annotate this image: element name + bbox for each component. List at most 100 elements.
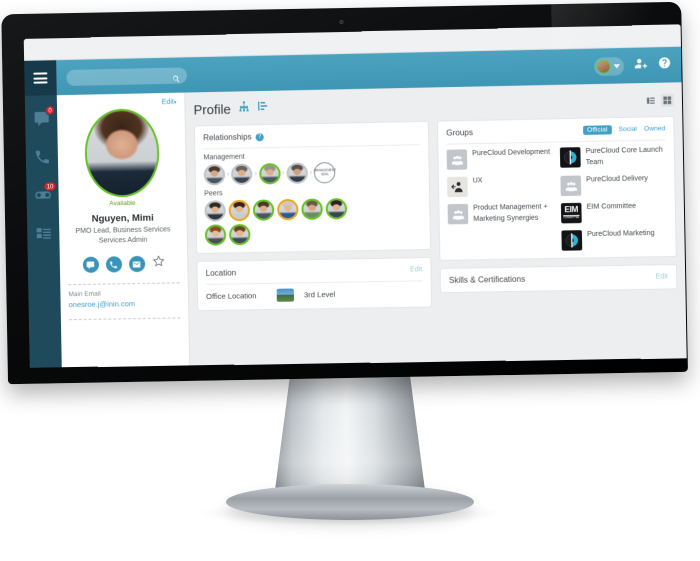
star-outline-icon [151, 254, 164, 266]
avatar-photo [206, 226, 225, 244]
chevron-down-icon [613, 63, 620, 68]
group-item[interactable]: PureCloud Core Launch Team [559, 145, 666, 168]
top-bar-right [594, 56, 671, 76]
management-avatar[interactable] [231, 163, 253, 186]
list-view-icon[interactable] [644, 93, 658, 106]
avatar-photo [233, 165, 251, 183]
group-item[interactable]: PureCloud Development [446, 148, 552, 170]
grid-view-icon[interactable] [660, 93, 675, 107]
group-name: PureCloud Core Launch Team [585, 146, 663, 166]
chevron-right-icon: › [282, 169, 285, 178]
peer-avatar[interactable] [252, 199, 275, 221]
peer-avatar[interactable] [301, 198, 323, 220]
groups-right-column: PureCloud Core Launch Team PureCloud Deli… [559, 145, 668, 251]
card-columns: Relationships ? Management › › › › MANAGEMEN… [193, 115, 678, 312]
management-seal-icon[interactable]: MANAGEMENT SEAL [314, 161, 336, 184]
groups-title: Groups [446, 128, 474, 138]
eim-subtitle: COMMITTEE [563, 215, 580, 220]
peer-avatar[interactable] [276, 198, 299, 221]
peer-avatar[interactable] [325, 197, 348, 220]
group-name: UX [472, 177, 483, 185]
phone-icon [35, 150, 49, 163]
avatar-photo [85, 110, 158, 196]
help-button[interactable] [658, 56, 672, 75]
help-circle-icon[interactable]: ? [255, 132, 264, 141]
voicemail-badge: 10 [43, 181, 57, 192]
skills-edit-button[interactable]: Edit [655, 273, 668, 280]
groups-tab-official[interactable]: Official [582, 125, 612, 135]
user-menu-button[interactable] [594, 56, 625, 76]
management-avatar[interactable] [286, 162, 309, 185]
page-title: Profile [193, 101, 231, 117]
groups-tab-owned[interactable]: Owned [644, 125, 665, 133]
avatar-photo [231, 225, 249, 244]
peer-avatar[interactable] [204, 200, 226, 222]
main-column: Edit▾ Available Nguyen, Mimi PMO Lead, B… [56, 46, 687, 368]
management-avatar[interactable] [203, 164, 226, 186]
right-card-column: Groups Official Social Owned PureCloud Dev… [436, 115, 678, 307]
management-label: Management [203, 153, 245, 162]
avatar [83, 108, 160, 198]
group-item[interactable]: PureCloud Delivery [560, 174, 666, 197]
monitor: 0 10 Edit▾ Available Nguyen, Mimi PMO Le… [1, 1, 688, 385]
content-area: Edit▾ Available Nguyen, Mimi PMO Lead, B… [56, 82, 687, 368]
call-button[interactable] [105, 256, 122, 273]
group-name: EIM Committee [586, 202, 637, 211]
groups-tab-social[interactable]: Social [619, 126, 637, 133]
group-item[interactable]: UX [447, 175, 553, 198]
management-avatar[interactable] [258, 163, 281, 185]
profile-title-line1: PMO Lead, Business Services [75, 226, 171, 236]
peer-avatar[interactable] [228, 223, 251, 246]
divider [205, 280, 423, 285]
page-header: Profile [193, 89, 675, 121]
sidebar-item-voicemail[interactable]: 10 [32, 181, 57, 203]
profile-avatar[interactable] [83, 108, 160, 198]
search-icon [172, 71, 181, 83]
avatar-photo [279, 200, 297, 219]
people-group-icon [560, 175, 582, 197]
group-item[interactable]: PureCloud Marketing [561, 229, 667, 251]
sidebar-item-chat[interactable]: 0 [31, 105, 56, 127]
org-chart-icon[interactable] [238, 99, 250, 117]
left-card-column: Relationships ? Management › › › › MANAGEMEN… [193, 120, 433, 312]
email-button[interactable] [128, 256, 145, 273]
profile-title-line2: Services Admin [98, 236, 148, 245]
peer-avatar[interactable] [204, 224, 227, 246]
envelope-icon [132, 260, 141, 267]
search-input[interactable] [72, 71, 172, 81]
group-item[interactable]: EIM COMMITTEE EIM Committee [560, 201, 667, 224]
sidebar-item-directory[interactable] [33, 223, 53, 241]
add-person-button[interactable] [634, 56, 648, 75]
favorite-button[interactable] [151, 254, 164, 273]
peer-avatar[interactable] [228, 199, 251, 222]
avatar-photo [205, 166, 224, 184]
groups-header: Groups Official Social Owned [446, 124, 665, 137]
avatar-photo [260, 165, 279, 183]
location-edit-button[interactable]: Edit [410, 266, 422, 273]
profile-edit-button[interactable]: Edit▾ [162, 99, 177, 106]
hamburger-menu-icon [33, 70, 48, 86]
main-email-value[interactable]: onesroe.j@inin.com [69, 299, 181, 309]
add-person-icon [634, 58, 648, 68]
management-chain: › › › › MANAGEMENT SEAL [203, 160, 421, 186]
sidebar-icon-list: 0 10 [25, 95, 60, 242]
location-header: Location Edit [206, 265, 423, 278]
purecloud-logo-icon [559, 147, 581, 168]
hamburger-menu-button[interactable] [24, 60, 57, 96]
eim-initials: EIM [564, 205, 579, 215]
sidebar-item-calls[interactable] [32, 147, 52, 165]
hierarchy-list-icon[interactable] [257, 99, 269, 117]
avatar-photo [303, 200, 321, 218]
chevron-right-icon: › [309, 169, 313, 177]
divider [68, 317, 181, 321]
office-location-label: Office Location [206, 291, 257, 301]
group-item[interactable]: Product Management + Marketing Synergies [447, 202, 554, 225]
screen: 0 10 Edit▾ Available Nguyen, Mimi PMO Le… [23, 24, 687, 368]
profile-actions [68, 254, 180, 275]
relationships-header: Relationships ? [203, 129, 420, 142]
chat-button[interactable] [82, 256, 99, 274]
help-circle-icon [658, 56, 671, 68]
groups-left-column: PureCloud Development UX Product Managemen… [446, 148, 554, 253]
search-box[interactable] [66, 66, 188, 86]
peers-list [204, 197, 371, 246]
